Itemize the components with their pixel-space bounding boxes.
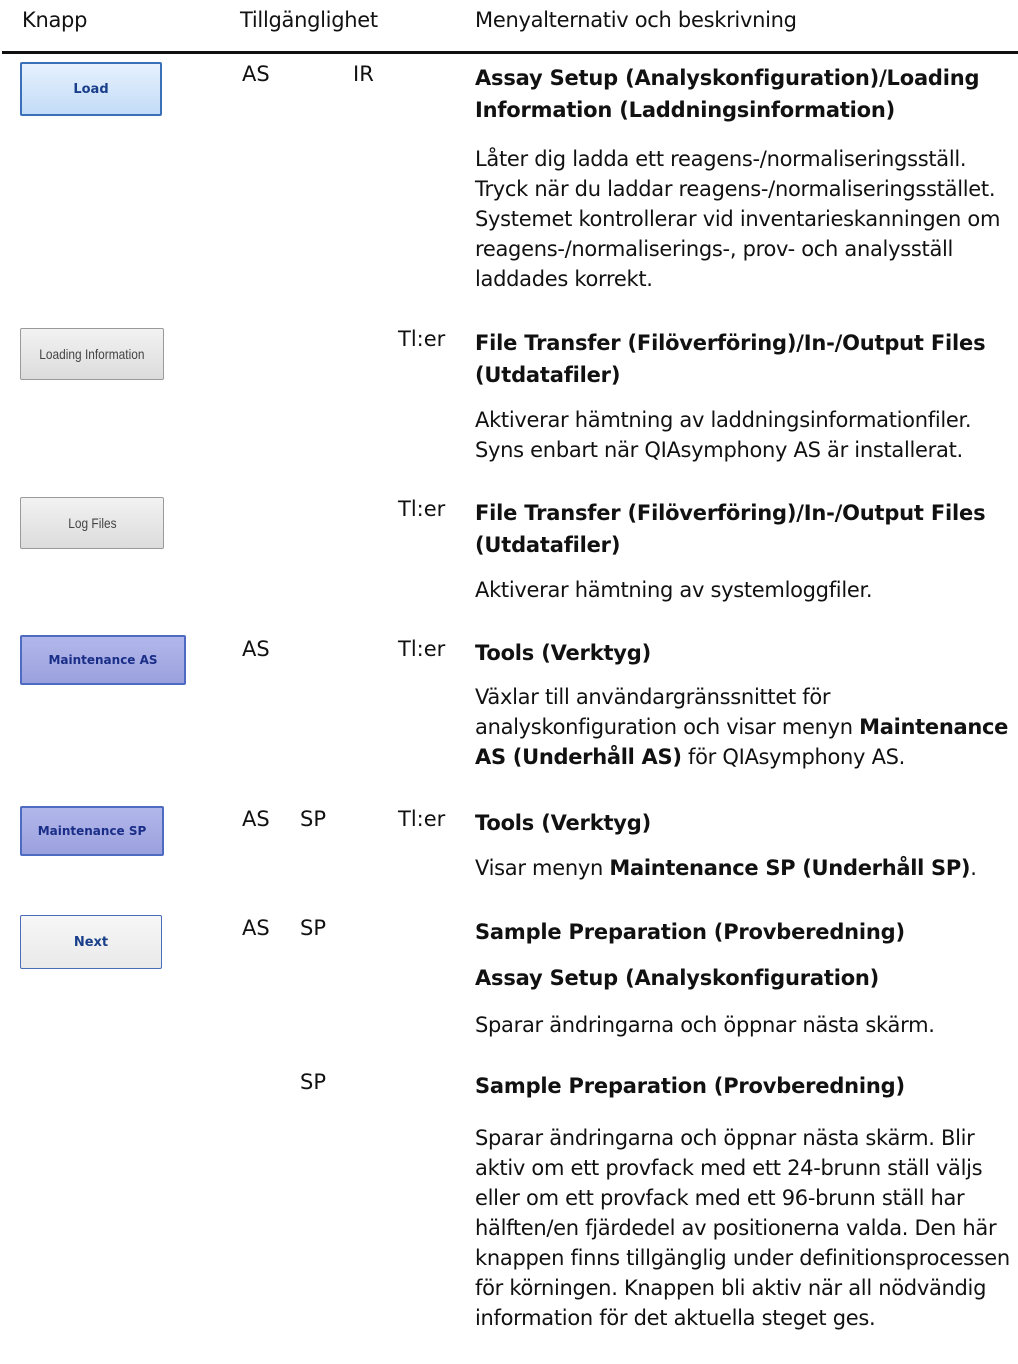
availability-ir: IR	[353, 62, 374, 86]
availability-as: AS	[242, 637, 270, 661]
menu-title: Sample Preparation (Provberedning)	[475, 1074, 905, 1098]
header-rule	[2, 51, 1018, 54]
description: Låter dig ladda ett reagens-/normaliseri…	[475, 147, 1001, 291]
availability-as: AS	[242, 916, 270, 940]
next-button[interactable]: Next	[20, 915, 162, 969]
description: Aktiverar hämtning av systemloggfiler.	[475, 578, 873, 602]
menu-title-secondary: Assay Setup (Analyskonfiguration)	[475, 966, 880, 990]
loading-information-label: Loading Information	[39, 346, 145, 362]
header-knapp: Knapp	[22, 8, 88, 32]
maintenance-sp-button[interactable]: Maintenance SP	[20, 806, 164, 856]
menu-title: Sample Preparation (Provberedning)	[475, 920, 905, 944]
description: Växlar till användargränssnittet för ana…	[475, 685, 1009, 769]
menu-title: Tools (Verktyg)	[475, 641, 652, 665]
description: Sparar ändringarna och öppnar nästa skär…	[475, 1126, 1010, 1330]
description: Visar menyn Maintenance SP (Underhåll SP…	[475, 856, 977, 880]
availability-as: AS	[242, 807, 270, 831]
availability-tl: Tl:er	[398, 807, 446, 831]
menu-title: File Transfer (Filöverföring)/In-/Output…	[475, 501, 986, 557]
menu-title: Tools (Verktyg)	[475, 811, 652, 835]
description: Sparar ändringarna och öppnar nästa skär…	[475, 1013, 935, 1037]
availability-sp: SP	[300, 1070, 326, 1094]
header-tillganglighet: Tillgänglighet	[240, 8, 378, 32]
log-files-label: Log Files	[67, 515, 117, 531]
availability-tl: Tl:er	[398, 497, 446, 521]
availability-sp: SP	[300, 807, 326, 831]
availability-tl: Tl:er	[398, 327, 446, 351]
availability-tl: Tl:er	[398, 637, 446, 661]
maintenance-as-button[interactable]: Maintenance AS	[20, 635, 186, 685]
menu-title: Assay Setup (Analyskonfiguration)/Loadin…	[475, 66, 980, 122]
availability-as: AS	[242, 62, 270, 86]
loading-information-button[interactable]: Loading Information	[20, 328, 164, 380]
availability-sp: SP	[300, 916, 326, 940]
log-files-button[interactable]: Log Files	[20, 497, 164, 549]
header-menyalternativ: Menyalternativ och beskrivning	[475, 8, 797, 32]
load-button[interactable]: Load	[20, 62, 162, 116]
description: Aktiverar hämtning av laddningsinformati…	[475, 408, 972, 462]
menu-title: File Transfer (Filöverföring)/In-/Output…	[475, 331, 986, 387]
